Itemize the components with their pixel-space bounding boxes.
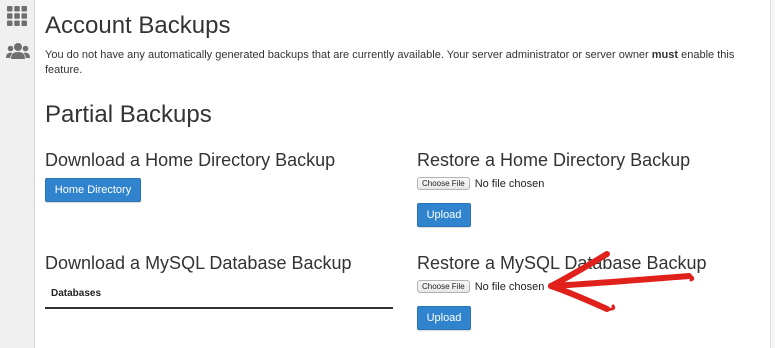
databases-column-header: Databases	[51, 288, 102, 299]
mysql-choose-file-button[interactable]: Choose File	[417, 280, 470, 293]
databases-table-header: Databases	[45, 281, 393, 309]
restore-home-title: Restore a Home Directory Backup	[417, 150, 691, 170]
mysql-file-status: No file chosen	[474, 280, 545, 293]
backup-notice: You do not have any automatically genera…	[45, 48, 745, 78]
grid-icon[interactable]	[6, 5, 30, 29]
download-mysql-title: Download a MySQL Database Backup	[45, 253, 352, 273]
home-file-status: No file chosen	[474, 177, 545, 190]
restore-mysql-title: Restore a MySQL Database Backup	[417, 253, 707, 273]
section-title: Partial Backups	[45, 101, 212, 128]
mysql-file-input: Choose File No file chosen	[417, 280, 544, 293]
users-icon[interactable]	[6, 40, 30, 64]
home-choose-file-button[interactable]: Choose File	[417, 177, 470, 190]
sidebar	[0, 0, 35, 348]
download-home-title: Download a Home Directory Backup	[45, 150, 336, 170]
home-file-input: Choose File No file chosen	[417, 177, 544, 190]
page-title: Account Backups	[45, 12, 231, 39]
home-upload-button[interactable]: Upload	[417, 203, 471, 227]
scrollbar-track[interactable]	[770, 0, 775, 348]
notice-text-start: You do not have any automatically genera…	[45, 49, 652, 61]
main-content: Account Backups You do not have any auto…	[35, 0, 775, 348]
app-window: Account Backups You do not have any auto…	[0, 0, 775, 348]
home-directory-button[interactable]: Home Directory	[45, 178, 141, 202]
notice-emphasis: must	[651, 49, 679, 61]
mysql-upload-button[interactable]: Upload	[417, 306, 471, 330]
